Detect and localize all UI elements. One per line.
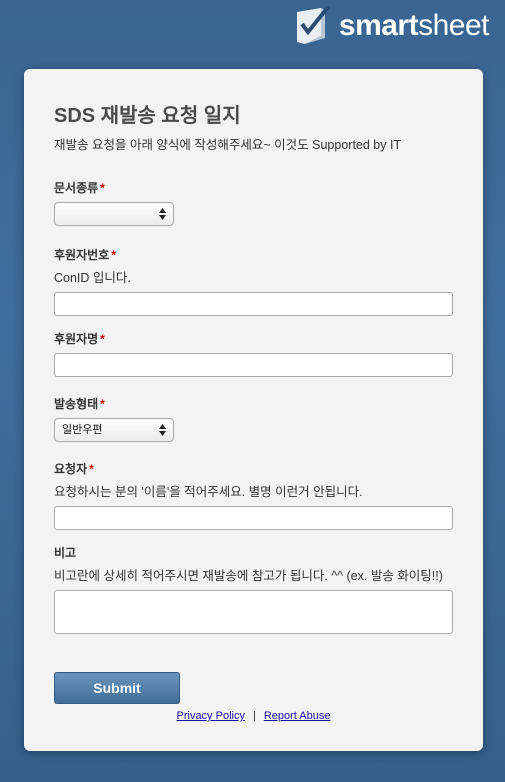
- page-header: smartsheet: [0, 0, 505, 60]
- form-description: 재발송 요청을 아래 양식에 작성해주세요~ 이것도 Supported by …: [54, 138, 402, 152]
- send-type-label: 발송형태 *: [54, 397, 105, 411]
- required-mark: *: [111, 248, 116, 262]
- footer-links: Privacy Policy | Report Abuse: [24, 710, 483, 722]
- required-mark: *: [100, 332, 105, 346]
- required-mark: *: [100, 397, 105, 411]
- notes-label: 비고: [54, 546, 77, 560]
- select-arrows-icon: [159, 424, 166, 436]
- send-type-selected-value: 일반우편: [62, 424, 103, 436]
- requester-hint: 요청하시는 분의 '이름'을 적어주세요. 별명 이런거 안됩니다.: [54, 485, 363, 499]
- requester-label: 요청자 *: [54, 462, 94, 476]
- field-doc-type: 문서종류 *: [54, 179, 454, 226]
- submit-button[interactable]: Submit: [54, 672, 180, 704]
- doc-type-select[interactable]: [54, 202, 174, 226]
- requester-input[interactable]: [54, 506, 453, 530]
- notes-hint: 비고란에 상세히 적어주시면 재발송에 참고가 됩니다. ^^ (ex. 발송 …: [54, 569, 443, 583]
- footer-separator: |: [252, 710, 256, 722]
- notes-textarea[interactable]: [54, 590, 453, 634]
- sponsor-number-input[interactable]: [54, 292, 453, 316]
- send-type-select[interactable]: 일반우편: [54, 418, 174, 442]
- form-title: SDS 재발송 요청 일지: [54, 105, 241, 127]
- doc-type-label: 문서종류 *: [54, 181, 105, 195]
- field-notes: 비고 비고란에 상세히 적어주시면 재발송에 참고가 됩니다. ^^ (ex. …: [54, 544, 454, 634]
- form-card: SDS 재발송 요청 일지 재발송 요청을 아래 양식에 작성해주세요~ 이것도…: [24, 69, 483, 751]
- required-mark: *: [89, 462, 94, 476]
- field-send-type: 발송형태 * 일반우편: [54, 395, 454, 442]
- field-sponsor-number: 후원자번호 * ConID 입니다.: [54, 246, 454, 316]
- select-arrows-icon: [159, 208, 166, 220]
- report-abuse-link[interactable]: Report Abuse: [264, 710, 331, 722]
- smartsheet-logo[interactable]: smartsheet: [295, 6, 489, 46]
- sponsor-number-hint: ConID 입니다.: [54, 271, 131, 285]
- smartsheet-check-logo-icon: [296, 6, 331, 44]
- logo-wordmark: smartsheet: [338, 9, 490, 42]
- sponsor-number-label: 후원자번호 *: [54, 248, 116, 262]
- field-requester: 요청자 * 요청하시는 분의 '이름'을 적어주세요. 별명 이런거 안됩니다.: [54, 460, 454, 530]
- sponsor-name-label: 후원자명 *: [54, 332, 105, 346]
- sponsor-name-input[interactable]: [54, 353, 453, 377]
- required-mark: *: [100, 181, 105, 195]
- field-sponsor-name: 후원자명 *: [54, 330, 454, 377]
- privacy-policy-link[interactable]: Privacy Policy: [177, 710, 245, 722]
